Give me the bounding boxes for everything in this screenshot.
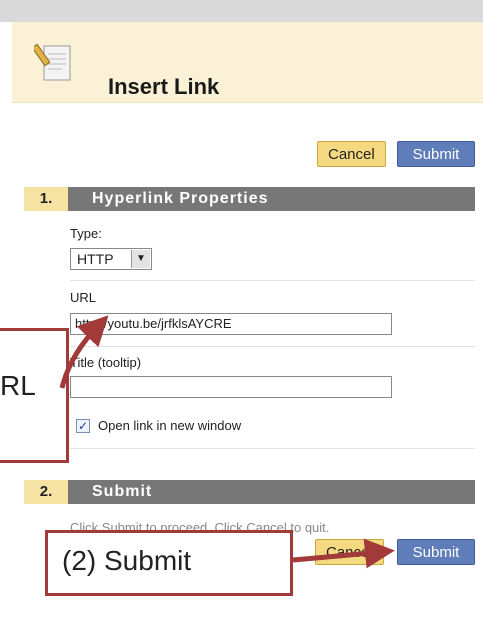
type-select-value: HTTP [77,251,114,267]
url-input[interactable]: http://youtu.be/jrfklsAYCRE [70,313,392,335]
title-tooltip-label: Title (tooltip) [70,355,142,370]
dropdown-arrow-icon[interactable]: ▼ [131,250,150,268]
type-select[interactable]: HTTP ▼ [70,248,152,270]
top-bar [0,0,483,22]
divider [70,448,475,449]
section-title: Hyperlink Properties [92,190,269,207]
section-submit: 2. Submit [24,480,475,504]
section-number: 2. [24,480,68,504]
divider [70,280,475,281]
insert-link-icon [34,43,71,81]
type-label: Type: [70,226,102,241]
open-new-window-label: Open link in new window [98,418,242,433]
url-label: URL [70,290,97,305]
submit-button-top[interactable]: Submit [397,141,475,167]
section-number: 1. [24,187,68,211]
cancel-button-bottom[interactable]: Cancel [315,539,384,565]
url-annotation-text: RL [0,370,36,401]
cancel-button-top[interactable]: Cancel [317,141,386,167]
section-hyperlink-properties: 1. Hyperlink Properties [24,187,475,211]
title-tooltip-input[interactable] [70,376,392,398]
divider [70,346,475,347]
page-title: Insert Link [108,74,220,99]
submit-annotation-text: (2) Submit [62,545,192,576]
open-new-window-checkbox[interactable]: ✓ [76,419,90,433]
section-title: Submit [92,483,153,500]
page-header: Insert Link [12,22,483,103]
submit-button-bottom[interactable]: Submit [397,539,475,565]
